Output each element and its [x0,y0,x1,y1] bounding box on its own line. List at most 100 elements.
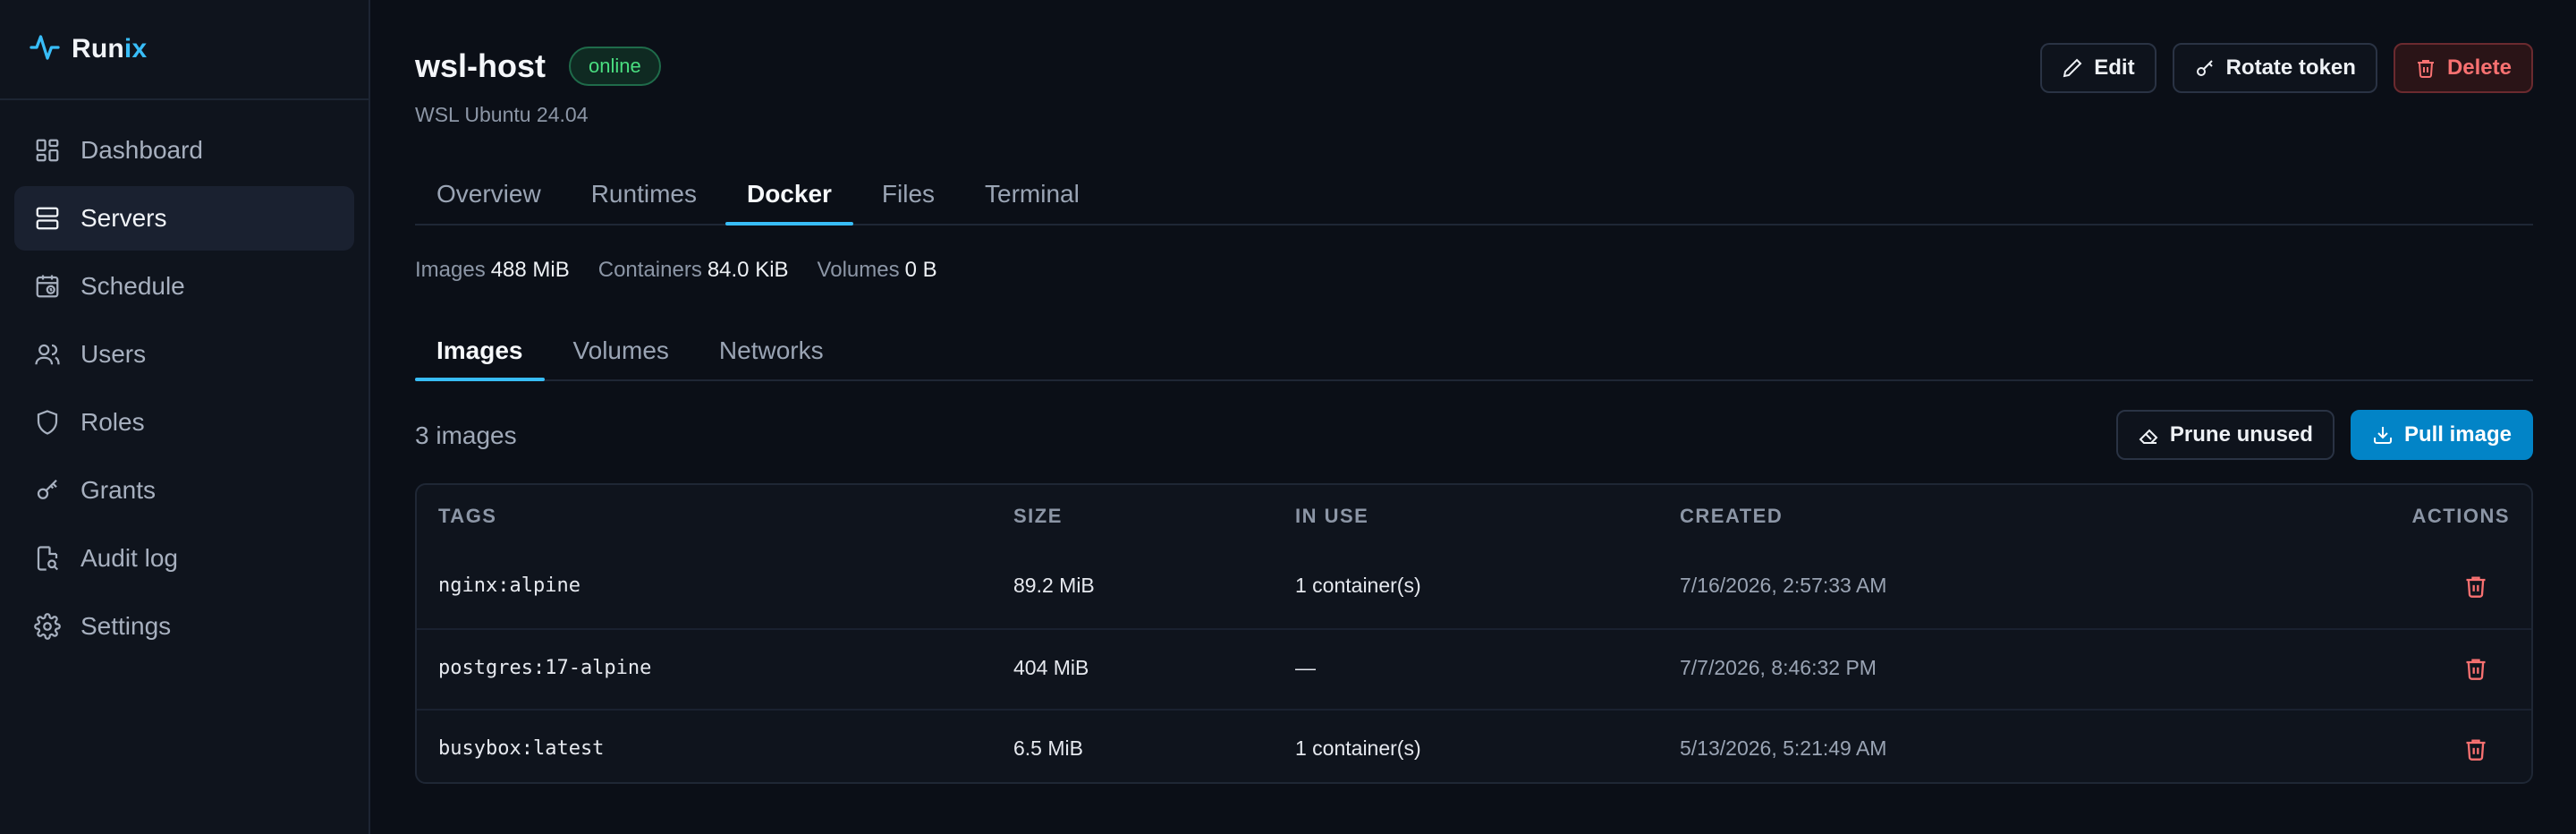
tab-docker[interactable]: Docker [724,165,853,226]
docker-subtabs: Images Volumes Networks [415,322,2533,381]
gear-icon [34,613,61,640]
image-tag: nginx:alpine [438,574,580,597]
server-header: wsl-host online WSL Ubuntu 24.04 Edit Ro… [415,0,2533,179]
column-header-actions: ACTIONS [2411,505,2510,527]
edit-button[interactable]: Edit [2040,43,2157,93]
column-header-in-use[interactable]: IN USE [1295,505,1368,528]
calendar-clock-icon [36,275,59,298]
stat-volumes: Volumes 0 B [818,258,937,283]
column-header-size[interactable]: SIZE [1013,505,1063,528]
server-tabs: Overview Runtimes Docker Files Terminal [415,165,2533,226]
tab-files[interactable]: Files [860,165,956,224]
table-row[interactable]: postgres:17-alpine 404 MiB — 7/7/2026, 8… [417,628,2531,709]
trash-icon[interactable] [2463,736,2488,762]
image-size: 404 MiB [1013,656,1089,679]
table-row[interactable]: nginx:alpine 89.2 MiB 1 container(s) 7/1… [417,548,2531,628]
servers-icon [36,207,59,230]
tab-runtimes[interactable]: Runtimes [570,165,718,224]
eraser-icon [2139,429,2158,444]
dashboard-icon [36,139,59,162]
sidebar-item-audit-log[interactable]: Audit log [14,526,354,591]
sidebar-item-dashboard[interactable]: Dashboard [14,118,354,183]
image-created: 7/16/2026, 2:57:33 AM [1680,574,1887,597]
key-icon [37,479,57,499]
image-size: 6.5 MiB [1013,736,1083,760]
download-icon [2373,427,2392,444]
table-header: TAGS SIZE IN USE CREATED ACTIONS [417,485,2531,548]
image-created: 5/13/2026, 5:21:49 AM [1680,736,1887,760]
image-in-use: 1 container(s) [1295,736,1421,760]
subtab-networks[interactable]: Networks [698,322,845,379]
sidebar-item-roles[interactable]: Roles [14,390,354,455]
column-header-tags[interactable]: TAGS [438,505,496,528]
sidebar-item-schedule[interactable]: Schedule [14,254,354,319]
column-header-created[interactable]: CREATED [1680,505,1783,528]
brand-name-part1: Run [72,34,124,64]
stat-value: 488 MiB [490,258,570,282]
pull-image-label: Pull image [2403,422,2512,447]
key-icon [2196,60,2213,76]
prune-unused-button[interactable]: Prune unused [2115,410,2334,460]
docker-stats: Images 488 MiB Containers 84.0 KiB Volumes… [415,258,937,283]
stat-containers: Containers 84.0 KiB [598,258,789,283]
brand-name-part2: ix [123,34,148,64]
edit-button-label: Edit [2094,55,2135,80]
tab-terminal[interactable]: Terminal [963,165,1101,224]
pencil-icon [2063,58,2082,78]
sidebar-item-grants[interactable]: Grants [14,458,354,523]
status-badge: online [569,47,661,86]
rotate-token-label: Rotate token [2225,55,2356,80]
tab-overview[interactable]: Overview [415,165,563,224]
images-table: TAGS SIZE IN USE CREATED ACTIONS nginx:a… [415,483,2533,784]
main-content: wsl-host online WSL Ubuntu 24.04 Edit Ro… [415,0,2533,834]
pull-image-button[interactable]: Pull image [2350,410,2533,460]
stat-value: 84.0 KiB [707,258,789,282]
image-in-use: 1 container(s) [1295,574,1421,597]
shield-icon [37,410,58,435]
delete-button-label: Delete [2446,55,2512,80]
sidebar-item-users[interactable]: Users [14,322,354,387]
stat-label: Containers [597,258,702,282]
image-size: 89.2 MiB [1013,574,1095,597]
sidebar-item-settings[interactable]: Settings [14,594,354,659]
images-count: 3 images [415,421,517,449]
sidebar-item-label: Schedule [80,272,185,300]
users-icon [35,344,60,365]
sidebar-item-label: Dashboard [80,136,203,164]
trash-icon[interactable] [2463,655,2488,682]
header-actions: Edit Rotate token Delete [2040,43,2533,93]
delete-button[interactable]: Delete [2393,43,2533,93]
images-toolbar: 3 images Prune unused Pull image [415,410,2533,462]
prune-unused-label: Prune unused [2169,422,2313,447]
image-created: 7/7/2026, 8:46:32 PM [1680,656,1877,679]
sidebar-item-label: Grants [80,476,157,504]
trash-icon [2417,60,2434,78]
images-actions: Prune unused Pull image [2115,410,2533,460]
title-row: wsl-host online [415,47,661,86]
server-subtitle: WSL Ubuntu 24.04 [415,103,589,126]
sidebar-item-servers[interactable]: Servers [14,186,354,251]
stat-label: Images [415,258,486,282]
stat-images: Images 488 MiB [415,258,570,283]
table-row[interactable]: busybox:latest 6.5 MiB 1 container(s) 5/… [417,709,2531,782]
subtab-images[interactable]: Images [415,322,545,381]
sidebar-item-label: Roles [80,408,145,436]
brand[interactable]: Runix [0,0,369,100]
brand-name: Runix [72,34,147,64]
image-tag: busybox:latest [438,737,605,760]
file-search-icon [37,546,59,571]
image-in-use: — [1295,656,1316,679]
sidebar-item-label: Audit log [80,544,178,572]
sidebar-item-label: Settings [80,612,172,640]
trash-icon[interactable] [2463,573,2488,600]
image-tag: postgres:17-alpine [438,657,652,679]
rotate-token-button[interactable]: Rotate token [2172,43,2377,93]
page-title: wsl-host [415,47,547,84]
sidebar: Runix Dashboard Servers Schedule Users R… [0,0,370,834]
stat-value: 0 B [904,258,937,282]
sidebar-item-label: Servers [80,204,167,232]
subtab-volumes[interactable]: Volumes [552,322,691,379]
stat-label: Volumes [817,258,900,282]
activity-icon [29,31,61,68]
sidebar-nav: Dashboard Servers Schedule Users Roles G… [0,100,369,659]
